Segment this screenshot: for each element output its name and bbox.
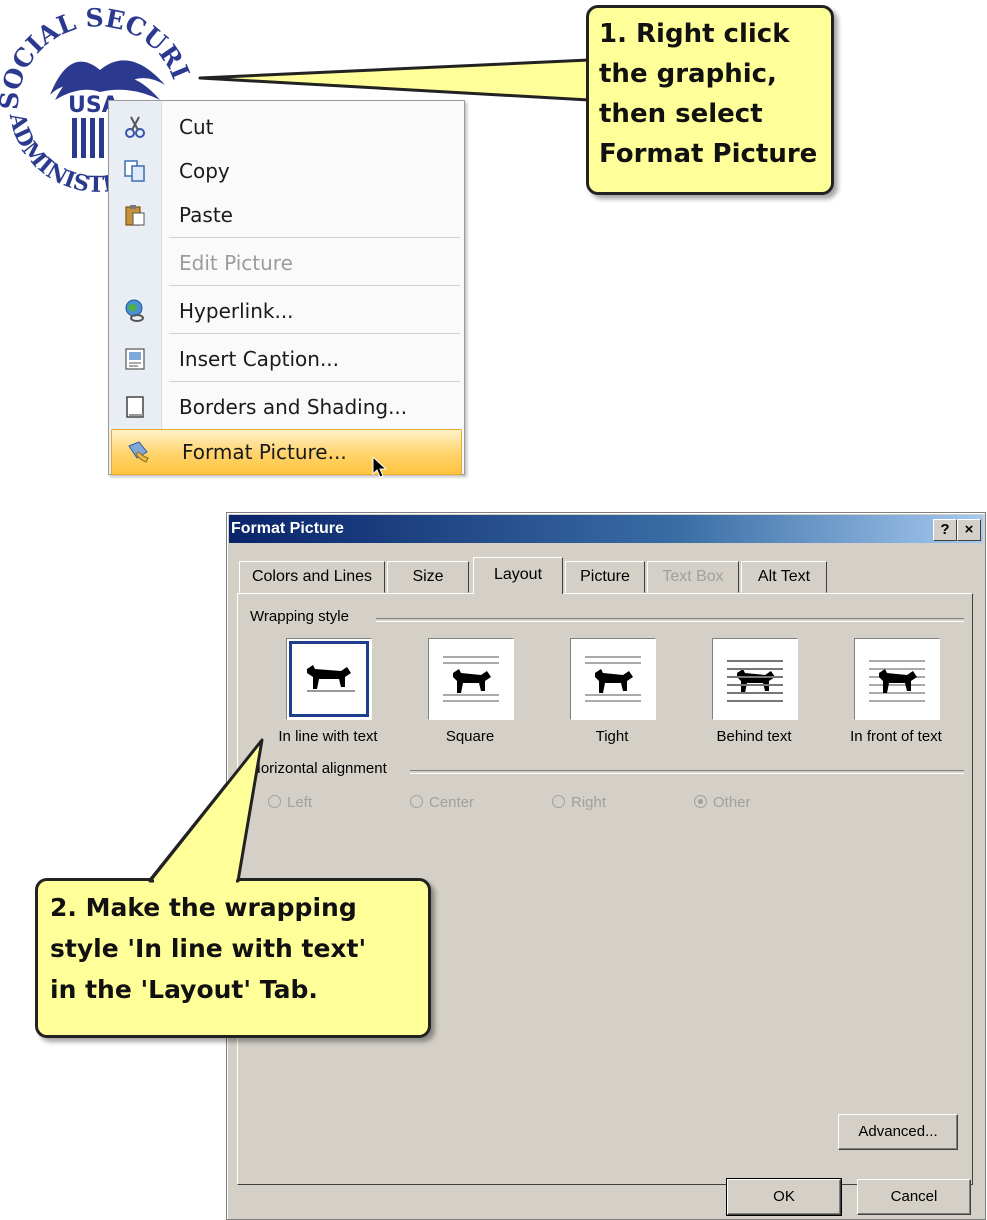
- menu-item-label: Borders and Shading...: [179, 395, 408, 419]
- cancel-button[interactable]: Cancel: [857, 1179, 971, 1215]
- help-button[interactable]: ?: [933, 519, 957, 541]
- copy-icon: [124, 160, 145, 182]
- radio-label: Left: [287, 794, 313, 811]
- close-button[interactable]: ×: [957, 519, 981, 541]
- tab-text-box: Text Box: [647, 561, 739, 593]
- scissors-icon: [125, 116, 145, 138]
- menu-separator: [169, 381, 460, 382]
- menu-item-cut[interactable]: Cut: [109, 105, 464, 149]
- dog-square-icon: [443, 656, 499, 702]
- ok-button[interactable]: OK: [726, 1178, 842, 1216]
- format-picture-dialog: Format Picture ? × Wrapping style In lin…: [226, 512, 986, 1220]
- wrap-option-tight[interactable]: [570, 638, 656, 720]
- wrap-label-tight: Tight: [595, 728, 629, 745]
- wrap-option-square[interactable]: [428, 638, 514, 720]
- horizontal-alignment-label: Horizontal alignment: [250, 760, 387, 777]
- wrap-option-behind[interactable]: [712, 638, 798, 720]
- dog-inline-icon: [299, 651, 359, 707]
- caption-icon: [125, 348, 145, 370]
- advanced-button[interactable]: Advanced...: [838, 1114, 958, 1150]
- group-divider: [376, 618, 964, 622]
- dialog-title: Format Picture: [231, 520, 344, 537]
- wrap-label-in-front: In front of text: [850, 728, 942, 745]
- menu-item-format-picture[interactable]: Format Picture...: [111, 429, 462, 475]
- callout-line: Format Picture: [599, 139, 818, 169]
- menu-separator: [169, 333, 460, 334]
- callout-line: the graphic,: [599, 59, 777, 89]
- menu-item-label: Insert Caption...: [179, 347, 340, 371]
- menu-item-borders-shading[interactable]: Borders and Shading...: [109, 385, 464, 429]
- radio-circle: [268, 795, 281, 808]
- tab-size[interactable]: Size: [387, 561, 469, 593]
- wrapping-style-label: Wrapping style: [250, 608, 349, 625]
- menu-item-edit-picture: Edit Picture: [109, 241, 464, 285]
- menu-item-insert-caption[interactable]: Insert Caption...: [109, 337, 464, 381]
- shield-stripes: [72, 118, 104, 158]
- context-menu: Cut Copy Paste Edit Picture Hyperlink...: [108, 100, 465, 475]
- callout-line: 2. Make the wrapping: [50, 893, 357, 922]
- tab-alt-text[interactable]: Alt Text: [741, 561, 827, 593]
- dog-behind-icon: [727, 660, 783, 702]
- menu-separator: [169, 237, 460, 238]
- tab-colors-and-lines[interactable]: Colors and Lines: [239, 561, 385, 593]
- callout-step-2: 2. Make the wrapping style 'In line with…: [35, 878, 431, 1038]
- menu-item-paste[interactable]: Paste: [109, 193, 464, 237]
- wrap-label-inline: In line with text: [278, 728, 378, 745]
- wrap-option-in-front[interactable]: [854, 638, 940, 720]
- callout-line: in the 'Layout' Tab.: [50, 975, 318, 1004]
- tab-picture[interactable]: Picture: [565, 561, 645, 593]
- menu-item-label: Cut: [179, 115, 214, 139]
- clipboard-icon: [125, 205, 145, 226]
- radio-circle: [694, 795, 707, 808]
- group-divider: [410, 770, 964, 774]
- radio-label: Other: [713, 794, 751, 811]
- callout-line: style 'In line with text': [50, 934, 367, 963]
- wrap-label-square: Square: [445, 728, 495, 745]
- dog-tight-icon: [585, 656, 641, 702]
- radio-label: Center: [429, 794, 475, 811]
- mouse-pointer-icon: [372, 456, 388, 478]
- hyperlink-globe-icon: [125, 299, 144, 322]
- radio-label: Right: [571, 794, 607, 811]
- radio-circle: [552, 795, 565, 808]
- page-icon: [126, 396, 144, 418]
- menu-item-label: Hyperlink...: [179, 299, 294, 323]
- menu-item-label: Format Picture...: [182, 440, 347, 464]
- tab-layout[interactable]: Layout: [473, 557, 563, 594]
- radio-circle: [410, 795, 423, 808]
- callout-step-1: 1. Right click the graphic, then select …: [586, 5, 834, 195]
- menu-item-copy[interactable]: Copy: [109, 149, 464, 193]
- wrap-option-inline[interactable]: [286, 638, 372, 720]
- radio-left[interactable]: Left: [268, 794, 312, 811]
- menu-item-hyperlink[interactable]: Hyperlink...: [109, 289, 464, 333]
- callout-line: then select: [599, 99, 763, 129]
- menu-item-label: Copy: [179, 159, 230, 183]
- format-picture-icon: [128, 441, 149, 463]
- menu-item-label: Edit Picture: [179, 251, 293, 275]
- menu-separator: [169, 285, 460, 286]
- dialog-title-bar[interactable]: Format Picture ? ×: [229, 515, 983, 543]
- wrap-label-behind: Behind text: [716, 728, 792, 745]
- dog-in-front-icon: [869, 660, 925, 702]
- callout-line: 1. Right click: [599, 19, 790, 49]
- radio-right[interactable]: Right: [552, 794, 606, 811]
- menu-item-label: Paste: [179, 203, 233, 227]
- radio-other[interactable]: Other: [694, 794, 751, 811]
- radio-center[interactable]: Center: [410, 794, 474, 811]
